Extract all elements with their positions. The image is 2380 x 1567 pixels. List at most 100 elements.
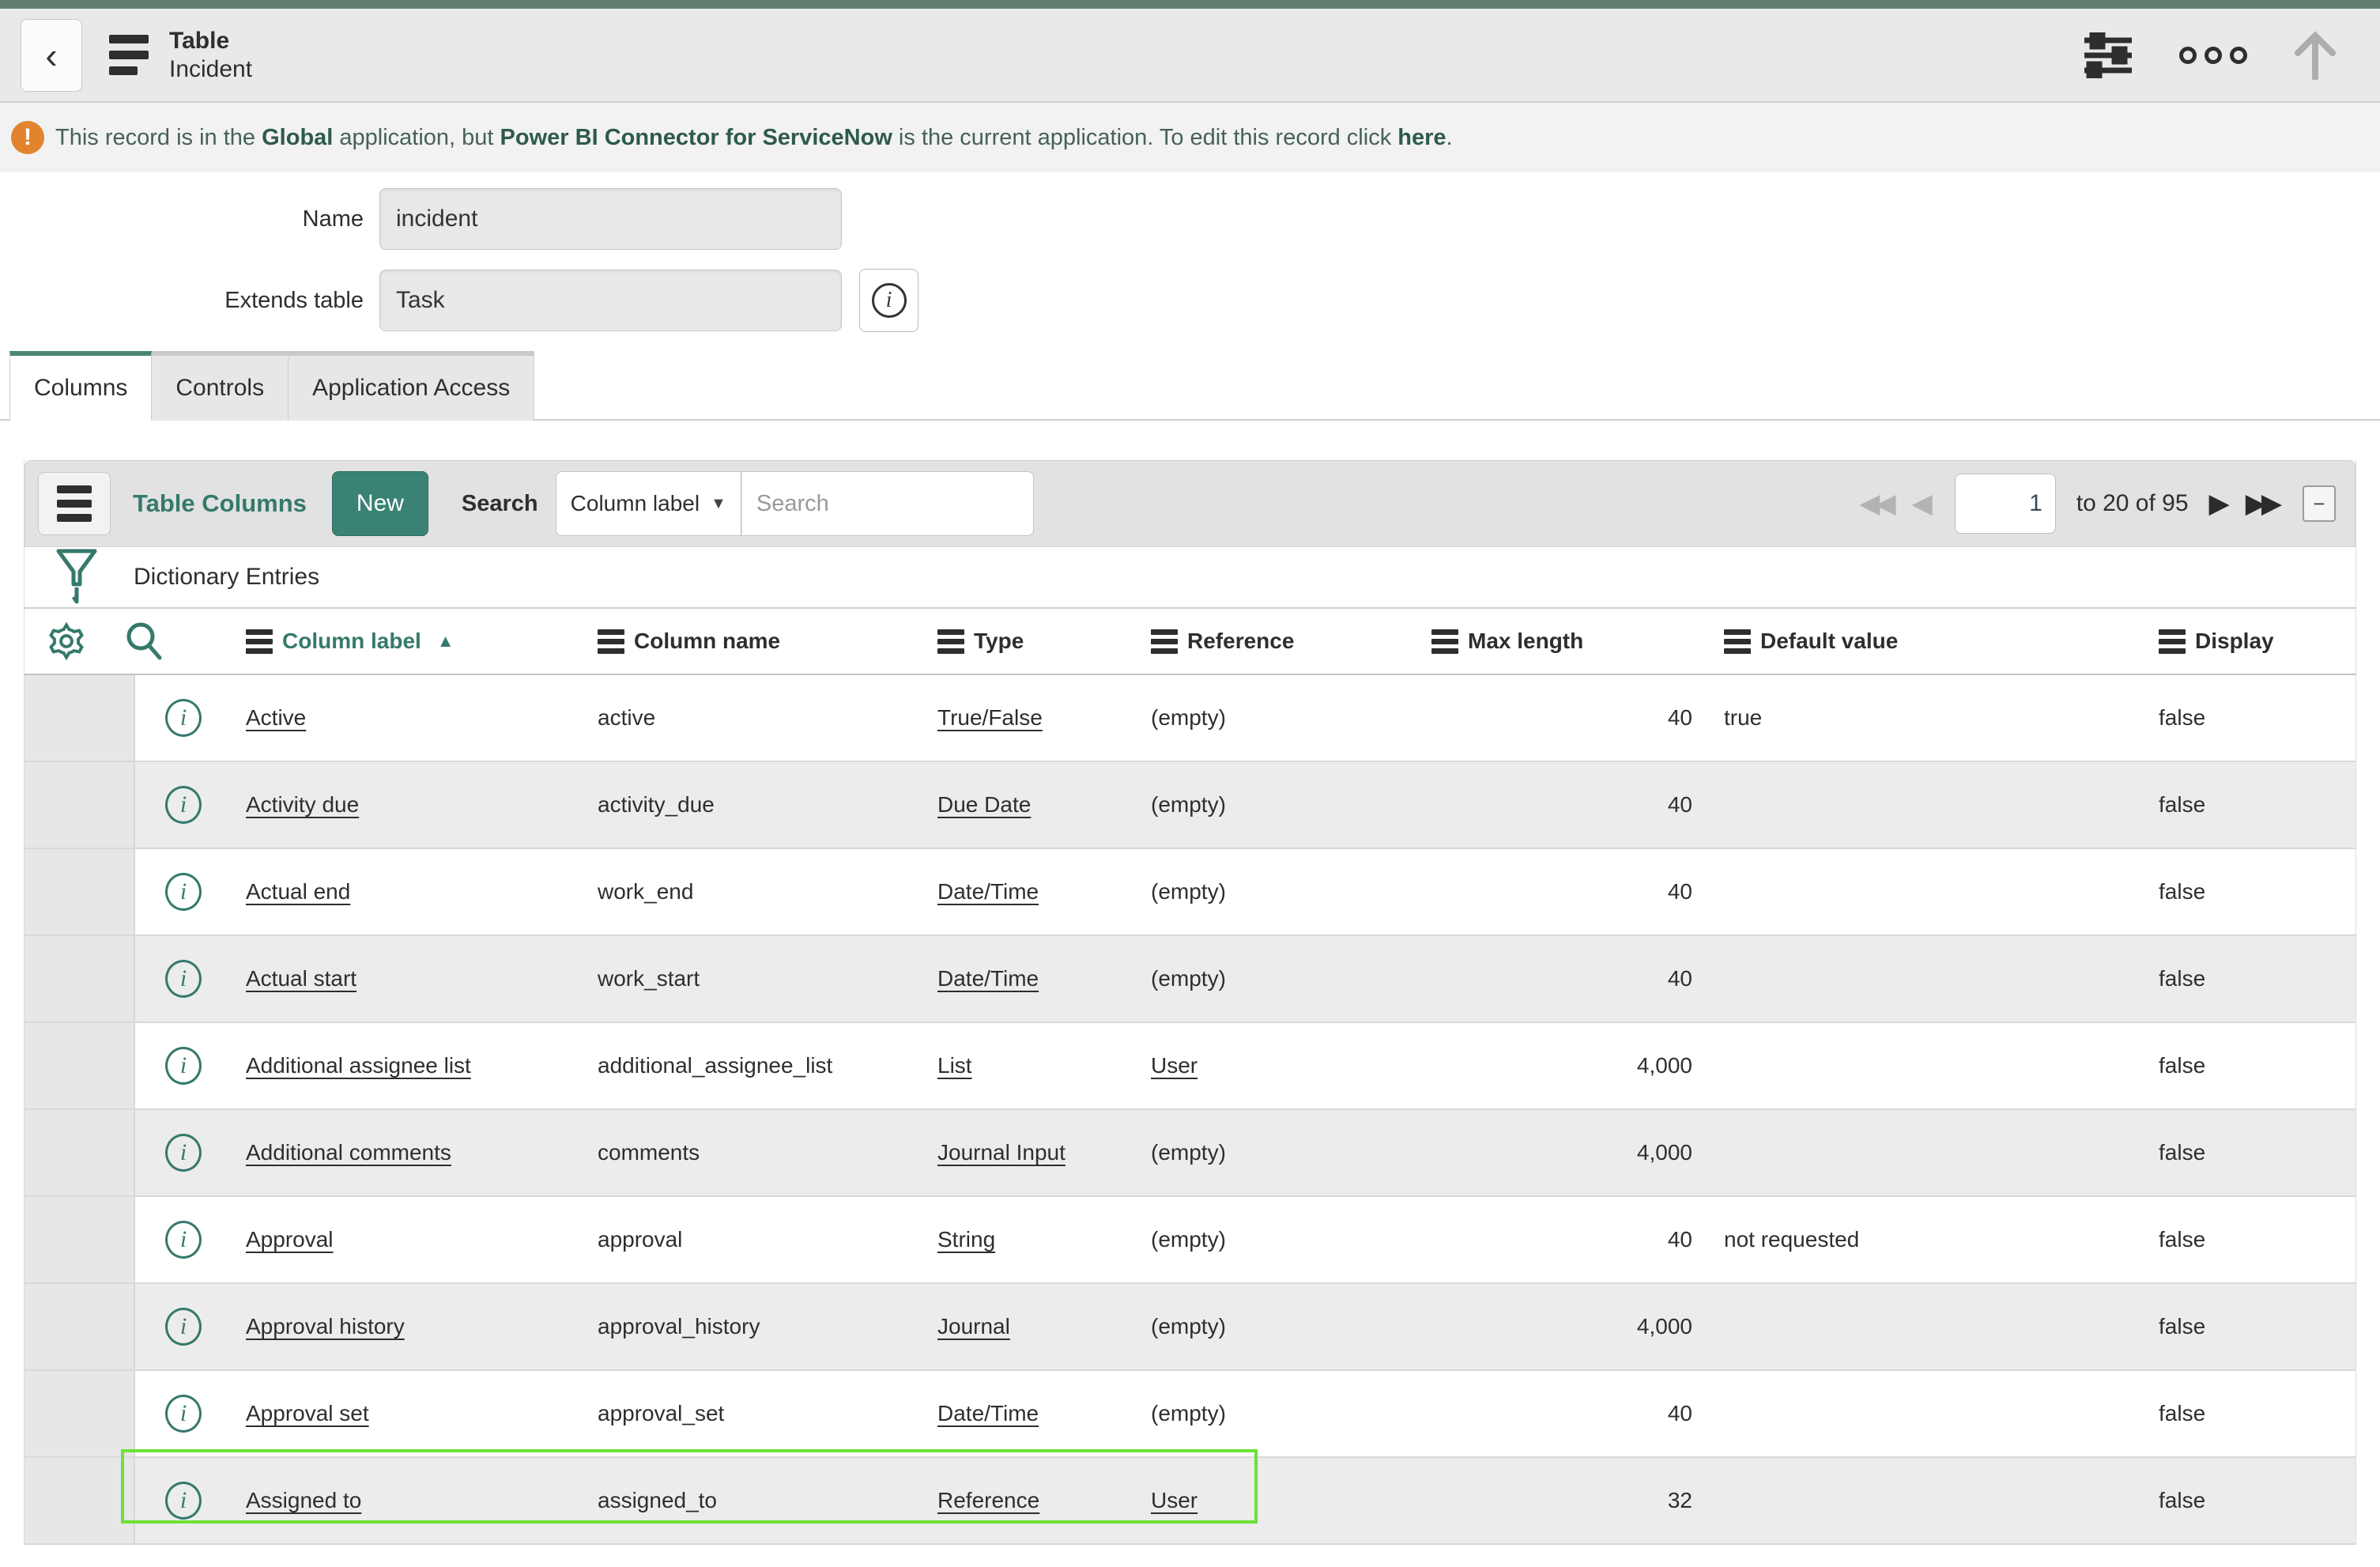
column-menu-icon[interactable] [1431,629,1458,654]
type-link[interactable]: String [937,1227,995,1252]
extends-table-field[interactable] [379,270,842,331]
column-header-label: Column name [634,629,780,654]
pagination-range-text: to 20 of 95 [2076,490,2189,517]
new-button[interactable]: New [332,471,428,536]
column-label-link[interactable]: Approval set [246,1401,369,1426]
column-label-link[interactable]: Additional comments [246,1140,451,1165]
table-row: i Approval approval String (empty) 40 no… [25,1197,2355,1284]
column-menu-icon[interactable] [246,629,273,654]
type-link[interactable]: Due Date [937,792,1031,817]
scroll-up-arrow-icon[interactable] [2293,31,2337,80]
column-header-column-label[interactable]: Column label ▲ [246,609,598,674]
column-menu-icon[interactable] [598,629,624,654]
column-header-max-length[interactable]: Max length [1431,609,1692,674]
edit-record-here-link[interactable]: here [1397,125,1446,150]
column-label-link[interactable]: Approval [246,1227,334,1252]
column-label-link[interactable]: Activity due [246,792,359,817]
table-row: i Approval history approval_history Jour… [25,1284,2355,1371]
type-link[interactable]: List [937,1053,972,1078]
personalize-sliders-icon[interactable] [2083,32,2133,78]
more-options-icon[interactable] [2179,47,2247,64]
next-page-button[interactable]: ▶ [2209,488,2225,519]
row-gutter-cell[interactable] [25,1197,135,1282]
warning-text-suffix: is the current application. To edit this… [892,125,1397,150]
warning-global-app: Global [262,125,333,150]
row-gutter-cell[interactable] [25,1371,135,1456]
type-link[interactable]: Date/Time [937,879,1039,904]
sort-ascending-icon: ▲ [437,631,455,651]
extends-table-info-button[interactable]: i [859,269,918,332]
column-menu-icon[interactable] [1151,629,1178,654]
search-field-selector[interactable]: Column label ▼ [556,471,741,536]
cell-column-name: approval [598,1197,937,1282]
column-label-link[interactable]: Actual start [246,966,356,991]
type-link[interactable]: Date/Time [937,1401,1039,1426]
column-label-link[interactable]: Assigned to [246,1488,361,1513]
column-menu-icon[interactable] [937,629,964,654]
column-header-type[interactable]: Type [937,609,1151,674]
column-header-default-value[interactable]: Default value [1724,609,2135,674]
cell-column-label: Assigned to [246,1458,598,1543]
type-link[interactable]: Journal [937,1314,1010,1339]
cell-column-name: approval_history [598,1284,937,1369]
search-input[interactable] [741,471,1034,536]
row-gutter-cell[interactable] [25,1284,135,1369]
last-page-button[interactable]: ▶▶ [2246,488,2277,519]
cell-column-label: Additional assignee list [246,1023,598,1108]
column-label-link[interactable]: Actual end [246,879,350,904]
column-label-link[interactable]: Active [246,705,306,731]
row-info-button[interactable]: i [165,1110,202,1195]
row-info-button[interactable]: i [165,762,202,848]
row-gutter-cell[interactable] [25,675,135,761]
column-header-reference[interactable]: Reference [1151,609,1431,674]
row-info-button[interactable]: i [165,1197,202,1282]
search-label: Search [462,491,538,517]
row-info-button[interactable]: i [165,1284,202,1369]
type-link[interactable]: Date/Time [937,966,1039,991]
column-label-link[interactable]: Additional assignee list [246,1053,471,1078]
row-gutter-cell[interactable] [25,762,135,848]
row-gutter-cell[interactable] [25,1458,135,1543]
list-menu-button[interactable] [38,472,111,535]
tab-controls[interactable]: Controls [152,351,289,421]
reference-link[interactable]: User [1151,1053,1198,1078]
cell-type: Due Date [937,762,1151,848]
cell-type: Reference [937,1458,1151,1543]
cell-default-value [1724,1023,2135,1108]
warning-icon: ! [11,121,44,154]
type-link[interactable]: True/False [937,705,1043,731]
row-gutter-cell[interactable] [25,849,135,935]
filter-funnel-icon[interactable] [56,548,97,606]
list-search-icon[interactable] [123,609,187,674]
row-info-button[interactable]: i [165,1458,202,1543]
row-info-button[interactable]: i [165,1371,202,1456]
column-header-column-name[interactable]: Column name [598,609,937,674]
type-link[interactable]: Journal Input [937,1140,1066,1165]
name-field[interactable] [379,188,842,250]
previous-page-button[interactable]: ◀ [1912,488,1928,519]
row-gutter-cell[interactable] [25,1110,135,1195]
cell-max-length: 40 [1431,1197,1692,1282]
tab-columns[interactable]: Columns [9,351,152,421]
record-menu-icon[interactable] [109,35,149,75]
column-header-label: Reference [1187,629,1294,654]
row-info-button[interactable]: i [165,1023,202,1108]
current-page-input[interactable] [1955,474,2056,534]
column-menu-icon[interactable] [2159,629,2186,654]
column-header-display[interactable]: Display [2159,609,2348,674]
type-link[interactable]: Reference [937,1488,1039,1513]
back-button[interactable]: ‹ [21,19,82,92]
tab-application-access[interactable]: Application Access [289,351,534,421]
column-label-link[interactable]: Approval history [246,1314,405,1339]
row-gutter-cell[interactable] [25,1023,135,1108]
personalize-list-gear-icon[interactable] [46,609,109,674]
first-page-button[interactable]: ◀◀ [1859,488,1891,519]
row-info-button[interactable]: i [165,675,202,761]
reference-link[interactable]: User [1151,1488,1198,1513]
row-info-button[interactable]: i [165,849,202,935]
column-menu-icon[interactable] [1724,629,1751,654]
collapse-list-button[interactable]: − [2303,485,2336,522]
row-info-button[interactable]: i [165,936,202,1021]
table-row: i Activity due activity_due Due Date (em… [25,762,2355,849]
row-gutter-cell[interactable] [25,936,135,1021]
